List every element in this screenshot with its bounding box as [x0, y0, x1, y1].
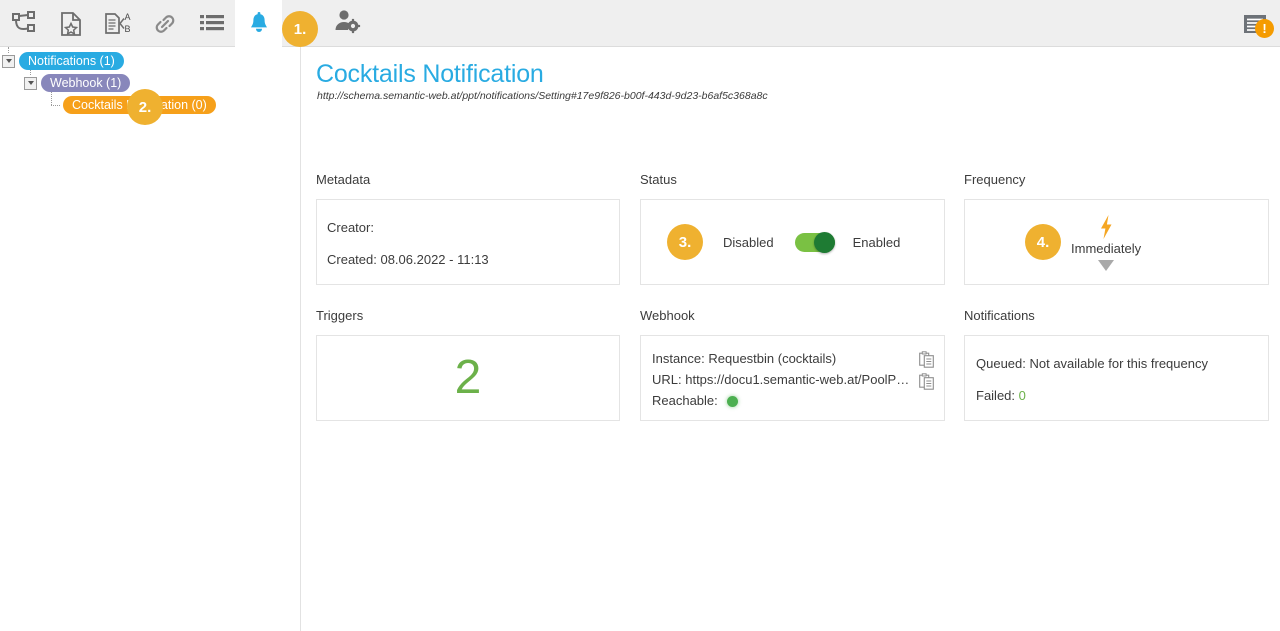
tree-sidebar: Notifications (1) Webhook (1) Cocktails … [0, 47, 301, 631]
status-card-label: Status [640, 172, 945, 187]
webhook-card: Instance: Requestbin (cocktails) URL: ht… [640, 335, 945, 421]
top-toolbar: A B [0, 0, 1280, 47]
callout-badge-4: 4. [1025, 224, 1061, 260]
metadata-created: Created: 08.06.2022 - 11:13 [327, 252, 489, 267]
frequency-card: 4. Immediately [964, 199, 1269, 285]
status-disabled-label: Disabled [723, 235, 774, 250]
notifications-queued: Queued: Not available for this frequency [976, 356, 1208, 371]
status-enabled-label: Enabled [853, 235, 901, 250]
svg-text:B: B [124, 24, 130, 34]
svg-text:A: A [124, 12, 130, 22]
copy-url-button[interactable] [919, 373, 934, 390]
notifications-card-label: Notifications [964, 308, 1269, 323]
page-title: Cocktails Notification [316, 60, 544, 89]
notifications-card: Queued: Not available for this frequency… [964, 335, 1269, 421]
triggers-card-label: Triggers [316, 308, 620, 323]
metadata-card: Creator: Created: 08.06.2022 - 11:13 [316, 199, 620, 285]
chevron-down-icon[interactable] [1098, 260, 1114, 271]
exclamation-icon: ! [1255, 19, 1274, 38]
chevron-down-icon[interactable] [24, 77, 37, 90]
toolbar-right-group: ! [1242, 0, 1272, 47]
page-uri: http://schema.semantic-web.at/ppt/notifi… [317, 90, 768, 102]
metadata-creator: Creator: [327, 220, 374, 235]
toolbar-item-taxonomy[interactable] [0, 0, 47, 47]
webhook-url: URL: https://docu1.semantic-web.at/PoolP… [652, 372, 914, 387]
user-gear-icon [333, 8, 361, 39]
frequency-row: 4. Immediately [965, 200, 1268, 284]
clipboard-copy-icon [919, 377, 934, 394]
notifications-failed-count: 0 [1019, 388, 1026, 403]
document-star-icon [59, 11, 83, 37]
clipboard-copy-icon [919, 355, 934, 372]
notifications-failed: Failed: 0 [976, 388, 1026, 403]
taxonomy-graph-icon [11, 11, 37, 37]
tree-node-label[interactable]: Notifications (1) [19, 52, 124, 70]
log-list-alert-button[interactable]: ! [1242, 11, 1272, 37]
tree-leaf-connector-icon [46, 99, 59, 112]
frequency-card-label: Frequency [964, 172, 1269, 187]
triggers-card: 2 [316, 335, 620, 421]
webhook-reachable-label: Reachable: [652, 393, 718, 408]
tree-node-webhook[interactable]: Webhook (1) [24, 73, 130, 93]
document-annotate-ab-icon: A B [104, 11, 132, 37]
callout-badge-3: 3. [667, 224, 703, 260]
callout-badge-2: 2. [127, 89, 163, 125]
status-toggle[interactable] [795, 233, 835, 252]
toolbar-item-linked-data[interactable] [141, 0, 188, 47]
metadata-card-label: Metadata [316, 172, 620, 187]
webhook-reachable-status-dot [727, 396, 738, 407]
frequency-select[interactable]: Immediately [1071, 214, 1141, 271]
notifications-failed-label: Failed: [976, 388, 1015, 403]
toolbar-item-annotate[interactable]: A B [94, 0, 141, 47]
list-icon [199, 13, 225, 35]
toolbar-item-lists[interactable] [188, 0, 235, 47]
triggers-count: 2 [455, 354, 482, 402]
toolbar-item-notifications[interactable] [235, 0, 282, 47]
tree-node-label[interactable]: Webhook (1) [41, 74, 130, 92]
webhook-card-label: Webhook [640, 308, 945, 323]
callout-badge-1: 1. [282, 11, 318, 47]
main-content: Cocktails Notification http://schema.sem… [302, 47, 1280, 631]
tree-node-notifications[interactable]: Notifications (1) [2, 51, 124, 71]
toolbar-item-user-settings[interactable] [325, 0, 369, 47]
status-row: 3. Disabled Enabled [641, 200, 944, 284]
toolbar-item-document[interactable] [47, 0, 94, 47]
chevron-down-icon[interactable] [2, 55, 15, 68]
copy-instance-button[interactable] [919, 351, 934, 368]
triggers-row: 2 [317, 336, 619, 420]
bell-icon [247, 11, 271, 37]
webhook-instance: Instance: Requestbin (cocktails) [652, 351, 836, 366]
lightning-bolt-icon [1096, 214, 1116, 240]
status-card: 3. Disabled Enabled [640, 199, 945, 285]
link-icon [152, 11, 178, 37]
frequency-value: Immediately [1071, 241, 1141, 256]
